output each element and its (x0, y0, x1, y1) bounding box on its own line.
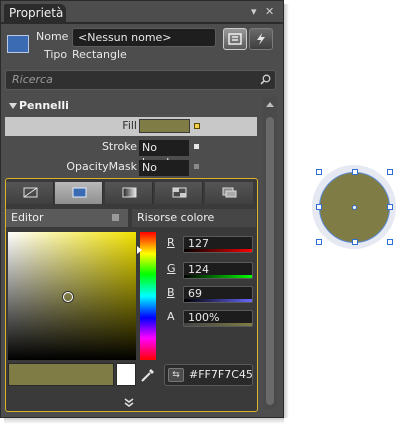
tab-strip (1, 22, 283, 24)
resize-handle-bl[interactable] (316, 239, 322, 245)
name-input[interactable]: <Nessun nome> (72, 28, 216, 47)
stroke-advanced-marker[interactable] (194, 144, 199, 149)
red-channel-bar[interactable] (184, 249, 252, 252)
panel-bottom-shadow (4, 418, 284, 424)
blue-channel-label: B (167, 286, 175, 299)
gradient-brush-tab[interactable] (105, 182, 153, 204)
hex-field: ⇆ #FF7F7C45 (164, 364, 253, 386)
stroke-row[interactable]: Stroke No brush (5, 138, 257, 169)
color-picker-cursor[interactable] (63, 292, 73, 302)
eyedropper-icon[interactable] (140, 367, 156, 383)
screenshot-root: Proprietà ▾ ✕ Nome <Nessun nome> Tipo Re… (0, 0, 416, 426)
resize-handle-tr[interactable] (387, 169, 393, 175)
brushes-section-title: Pennelli (19, 99, 69, 112)
brushes-section-header[interactable]: Pennelli (5, 97, 261, 115)
type-value: Rectangle (72, 48, 127, 61)
red-channel-label: R (167, 236, 175, 249)
blue-channel-bar[interactable] (184, 299, 252, 302)
tile-brush-tab[interactable] (155, 182, 203, 204)
gradient-brush-icon (122, 187, 137, 198)
fill-label: Fill (122, 119, 137, 132)
opacitymask-advanced-marker[interactable] (194, 164, 199, 169)
swap-color-format-icon[interactable]: ⇆ (168, 368, 184, 382)
brush-resource-icon (222, 187, 237, 198)
tile-brush-icon (172, 187, 187, 198)
properties-view-button[interactable] (223, 28, 247, 50)
scroll-up-icon[interactable] (266, 102, 274, 107)
green-channel-bar[interactable] (184, 275, 252, 278)
properties-tab[interactable]: Proprietà (4, 4, 66, 23)
resize-handle-l[interactable] (316, 204, 322, 210)
search-placeholder: Ricerca (12, 73, 53, 86)
expand-chevron-icon[interactable] (121, 397, 137, 409)
initial-color-preview (116, 363, 136, 386)
stroke-label: Stroke (101, 140, 137, 153)
search-input[interactable]: Ricerca (5, 70, 276, 90)
resize-handle-br[interactable] (387, 239, 393, 245)
editor-options-icon[interactable] (112, 214, 119, 221)
hex-input[interactable]: #FF7F7C45 (189, 367, 253, 383)
properties-panel: Proprietà ▾ ✕ Nome <Nessun nome> Tipo Re… (0, 0, 284, 418)
alpha-channel: A 100% (167, 310, 253, 327)
resource-brush-tab[interactable] (205, 182, 253, 204)
pin-icon[interactable]: ▾ (251, 6, 257, 18)
fill-color-swatch[interactable] (139, 119, 190, 133)
hue-slider-handle[interactable] (137, 246, 142, 254)
opacitymask-label: OpacityMask (66, 160, 137, 173)
scrollbar-thumb[interactable] (266, 117, 274, 405)
green-channel-label: G (167, 262, 176, 275)
fill-row[interactable]: Fill (5, 117, 257, 136)
tab-color-resources[interactable]: Risorse colore (132, 209, 256, 227)
tab-editor[interactable]: Editor (6, 209, 128, 227)
solid-brush-tab[interactable] (55, 182, 103, 204)
alpha-channel-bar[interactable] (184, 323, 252, 326)
collapse-chevron-icon (9, 103, 17, 109)
type-label: Tipo (44, 48, 68, 61)
properties-view-icon (228, 33, 242, 45)
search-icon[interactable] (260, 74, 271, 85)
blue-channel: B 69 (167, 286, 253, 303)
opacitymask-row[interactable]: OpacityMask No brush (5, 158, 257, 189)
panel-side-shadow (284, 4, 289, 418)
resize-handle-t[interactable] (352, 169, 358, 175)
alpha-channel-label: A (167, 310, 175, 323)
opacitymask-value[interactable]: No brush (139, 160, 189, 189)
resize-handle-b[interactable] (352, 239, 358, 245)
events-view-button[interactable] (249, 28, 273, 50)
red-channel: R 127 (167, 236, 253, 253)
resize-handle-tl[interactable] (316, 169, 322, 175)
object-type-icon (7, 35, 29, 53)
events-lightning-icon (257, 33, 265, 45)
solid-brush-icon (72, 187, 87, 198)
stroke-value[interactable]: No brush (139, 140, 189, 169)
no-brush-tab[interactable] (6, 182, 54, 204)
current-color-preview (8, 363, 114, 386)
name-label: Nome (36, 30, 69, 43)
center-point-handle[interactable] (352, 205, 357, 210)
close-icon[interactable]: ✕ (265, 6, 274, 18)
resize-handle-r[interactable] (387, 204, 393, 210)
fill-advanced-marker[interactable] (194, 123, 200, 129)
no-brush-icon (23, 187, 38, 198)
green-channel: G 124 (167, 262, 253, 279)
hue-slider[interactable] (140, 232, 156, 360)
brush-type-tabs (6, 182, 256, 204)
